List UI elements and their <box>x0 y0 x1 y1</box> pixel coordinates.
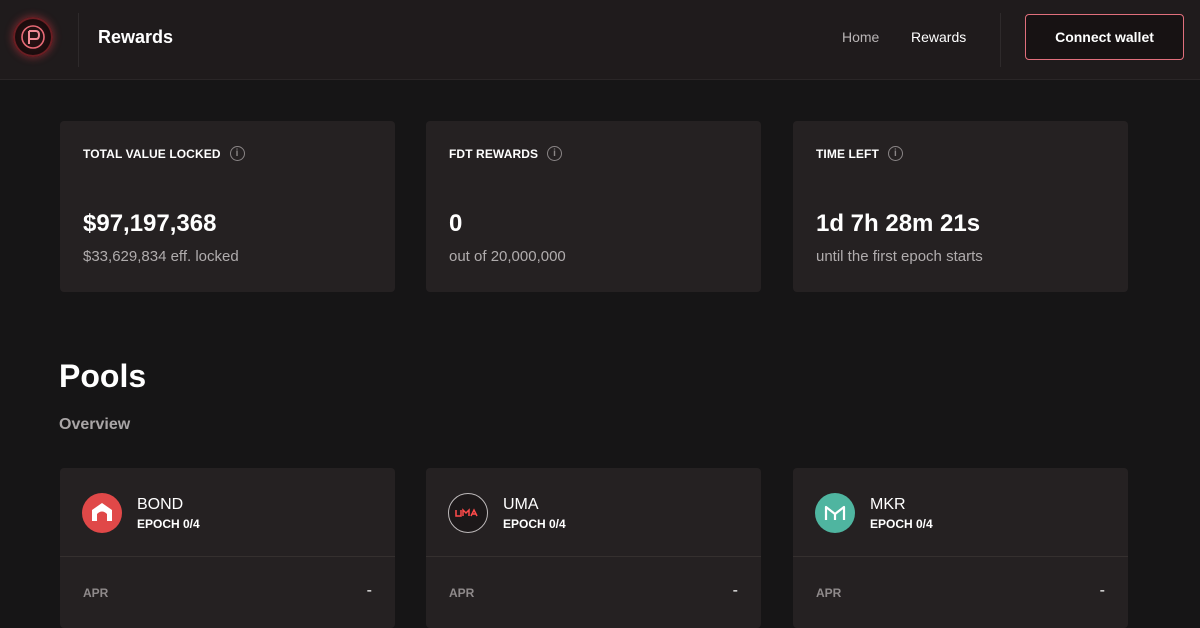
pool-apr-value: - <box>732 582 738 599</box>
pool-apr-value: - <box>1099 582 1105 599</box>
pool-card-bond[interactable]: BOND EPOCH 0/4 APR - <box>60 468 395 628</box>
stat-subtext: $33,629,834 eff. locked <box>83 248 239 265</box>
page-title: Rewards <box>98 27 174 47</box>
info-icon[interactable]: i <box>229 146 245 161</box>
pool-apr-label: APR <box>449 586 475 600</box>
stat-card-fdt-rewards: FDT REWARDS i 0 out of 20,000,000 <box>426 121 761 292</box>
pool-apr-label: APR <box>816 586 842 600</box>
stat-value: 1d 7h 28m 21s <box>816 210 981 237</box>
uma-token-icon <box>448 493 488 533</box>
pool-divider <box>793 556 1128 557</box>
stat-label-text: FDT REWARDS <box>449 146 539 161</box>
stat-label-text: TOTAL VALUE LOCKED <box>83 146 221 161</box>
connect-wallet-button[interactable]: Connect wallet <box>1025 14 1184 60</box>
stat-subtext: until the first epoch starts <box>816 248 983 265</box>
nav-divider <box>1000 13 1001 67</box>
pool-card-uma[interactable]: UMA EPOCH 0/4 APR - <box>426 468 761 628</box>
pool-apr-label: APR <box>83 586 109 600</box>
fiat-dao-logo-icon[interactable] <box>13 17 53 57</box>
info-icon[interactable]: i <box>547 146 563 161</box>
top-bar: Rewards Home Rewards Connect wallet <box>0 0 1200 80</box>
pool-divider <box>60 556 395 557</box>
bond-token-icon <box>82 493 122 533</box>
nav-home-link[interactable]: Home <box>842 29 879 45</box>
pools-subtitle: Overview <box>59 416 131 433</box>
stat-card-total-value-locked: TOTAL VALUE LOCKED i $97,197,368 $33,629… <box>60 121 395 292</box>
pool-name: UMA <box>503 496 539 513</box>
pool-divider <box>426 556 761 557</box>
stat-value: 0 <box>449 210 463 237</box>
stat-label-text: TIME LEFT <box>816 146 879 161</box>
pools-title: Pools <box>59 358 147 394</box>
info-icon[interactable]: i <box>887 146 903 161</box>
stat-label: TOTAL VALUE LOCKED i <box>83 146 245 161</box>
stat-card-time-left: TIME LEFT i 1d 7h 28m 21s until the firs… <box>793 121 1128 292</box>
pool-epoch: EPOCH 0/4 <box>870 517 933 531</box>
stat-subtext: out of 20,000,000 <box>449 248 566 265</box>
stat-value: $97,197,368 <box>83 210 217 237</box>
pool-name: MKR <box>870 496 906 513</box>
pool-card-mkr[interactable]: MKR EPOCH 0/4 APR - <box>793 468 1128 628</box>
pool-apr-value: - <box>366 582 372 599</box>
pool-epoch: EPOCH 0/4 <box>503 517 566 531</box>
mkr-token-icon <box>815 493 855 533</box>
stat-label: FDT REWARDS i <box>449 146 563 161</box>
stat-label: TIME LEFT i <box>816 146 903 161</box>
nav-rewards-link[interactable]: Rewards <box>911 29 966 45</box>
pool-epoch: EPOCH 0/4 <box>137 517 200 531</box>
pool-name: BOND <box>137 496 184 513</box>
header-divider <box>78 13 79 67</box>
